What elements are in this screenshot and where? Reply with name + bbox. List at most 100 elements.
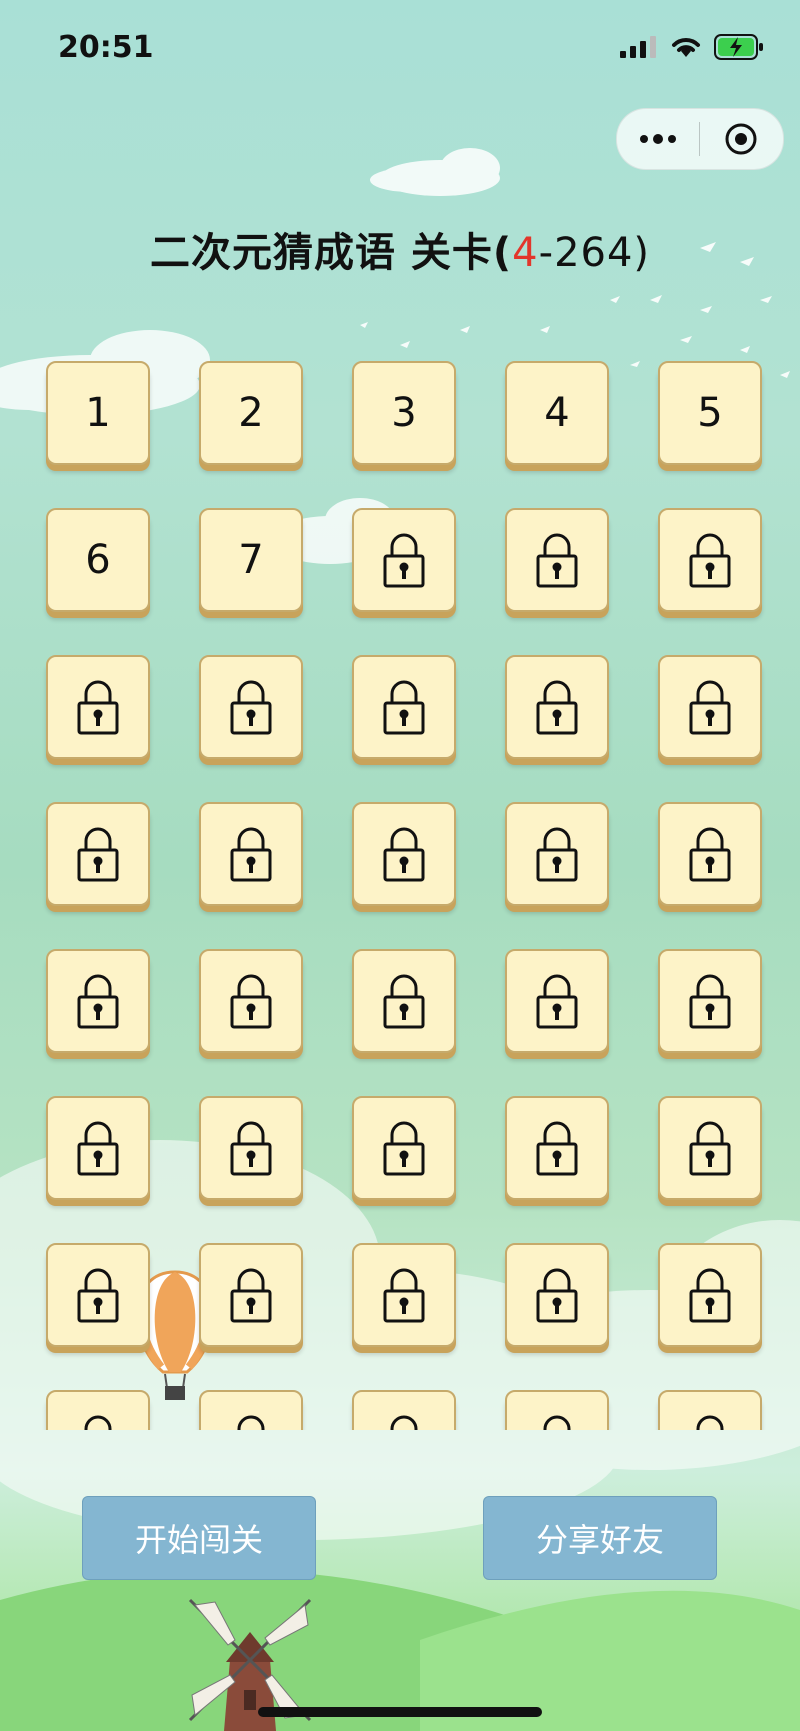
level-tile-locked[interactable] (658, 1390, 762, 1430)
lock-icon (689, 974, 731, 1029)
level-tile-locked[interactable] (505, 1243, 609, 1347)
title-close-paren: ) (633, 230, 651, 276)
more-dots-icon (640, 134, 676, 144)
level-number: 3 (391, 390, 417, 436)
level-number: 4 (544, 390, 570, 436)
title-main: 二次元猜成语 关卡( (149, 230, 513, 276)
title-current-level: 4 (512, 230, 539, 276)
cloud-top (370, 148, 500, 196)
level-tile-locked[interactable] (352, 949, 456, 1053)
close-mini-program-button[interactable] (700, 122, 782, 156)
level-number: 7 (238, 537, 264, 583)
lock-icon (689, 680, 731, 735)
level-tile-2[interactable]: 2 (199, 361, 303, 465)
lock-icon (237, 1415, 265, 1430)
level-tile-locked[interactable] (46, 1390, 150, 1430)
level-tile-locked[interactable] (505, 655, 609, 759)
level-tile-locked[interactable] (352, 508, 456, 612)
level-tile-locked[interactable] (658, 655, 762, 759)
level-tile-6[interactable]: 6 (46, 508, 150, 612)
lock-icon (689, 1268, 731, 1323)
lock-icon (689, 1121, 731, 1176)
level-tile-locked[interactable] (352, 1243, 456, 1347)
lock-icon (230, 1268, 272, 1323)
level-tile-locked[interactable] (46, 655, 150, 759)
level-grid: 1 2 3 4 5 6 7 (46, 361, 764, 1430)
lock-icon (543, 1415, 571, 1430)
level-tile-locked[interactable] (505, 508, 609, 612)
level-tile-locked[interactable] (658, 1096, 762, 1200)
more-button[interactable] (617, 133, 699, 145)
status-icons (620, 34, 764, 60)
lock-icon (536, 1121, 578, 1176)
status-bar: 20:51 (0, 0, 800, 96)
level-number: 2 (238, 390, 264, 436)
level-tile-locked[interactable] (658, 802, 762, 906)
level-number: 5 (697, 390, 723, 436)
level-tile-locked[interactable] (658, 949, 762, 1053)
lock-icon (383, 827, 425, 882)
lock-icon (84, 1415, 112, 1430)
level-tile-locked[interactable] (505, 1096, 609, 1200)
level-tile-locked[interactable] (46, 802, 150, 906)
level-tile-locked[interactable] (199, 949, 303, 1053)
lock-icon (383, 533, 425, 588)
level-tile-locked[interactable] (199, 1390, 303, 1430)
battery-charging-icon (714, 34, 763, 60)
level-number: 1 (85, 390, 111, 436)
lock-icon (77, 680, 119, 735)
lock-icon (536, 680, 578, 735)
lock-icon (230, 680, 272, 735)
lock-icon (536, 533, 578, 588)
level-grid-scroll[interactable]: 1 2 3 4 5 6 7 (0, 355, 800, 1430)
share-friends-button[interactable]: 分享好友 (483, 1496, 717, 1580)
lock-icon (536, 827, 578, 882)
lock-icon (77, 1268, 119, 1323)
lock-icon (689, 827, 731, 882)
home-indicator (258, 1707, 542, 1717)
level-tile-3[interactable]: 3 (352, 361, 456, 465)
level-tile-locked[interactable] (352, 655, 456, 759)
lock-icon (536, 1268, 578, 1323)
lock-icon (230, 827, 272, 882)
level-tile-1[interactable]: 1 (46, 361, 150, 465)
lock-icon (383, 1121, 425, 1176)
level-tile-locked[interactable] (505, 802, 609, 906)
title-total-levels: 264 (554, 230, 634, 276)
lock-icon (696, 1415, 724, 1430)
level-tile-locked[interactable] (352, 802, 456, 906)
signal-icon (620, 36, 656, 58)
lock-icon (77, 827, 119, 882)
status-time: 20:51 (58, 30, 154, 65)
level-tile-locked[interactable] (199, 802, 303, 906)
mini-program-capsule (616, 108, 784, 170)
level-tile-5[interactable]: 5 (658, 361, 762, 465)
level-tile-locked[interactable] (658, 508, 762, 612)
level-tile-7[interactable]: 7 (199, 508, 303, 612)
lock-icon (383, 1268, 425, 1323)
lock-icon (77, 1121, 119, 1176)
lock-icon (383, 680, 425, 735)
level-tile-locked[interactable] (352, 1390, 456, 1430)
level-tile-locked[interactable] (199, 1096, 303, 1200)
lock-icon (77, 974, 119, 1029)
lock-icon (383, 974, 425, 1029)
level-tile-locked[interactable] (199, 1243, 303, 1347)
level-tile-locked[interactable] (505, 949, 609, 1053)
lock-icon (689, 533, 731, 588)
target-icon (725, 123, 757, 155)
level-tile-locked[interactable] (46, 949, 150, 1053)
lock-icon (536, 974, 578, 1029)
level-tile-locked[interactable] (46, 1096, 150, 1200)
level-tile-locked[interactable] (505, 1390, 609, 1430)
wifi-icon (672, 38, 700, 57)
level-tile-locked[interactable] (658, 1243, 762, 1347)
start-challenge-button[interactable]: 开始闯关 (82, 1496, 316, 1580)
level-tile-locked[interactable] (46, 1243, 150, 1347)
level-tile-locked[interactable] (352, 1096, 456, 1200)
level-number: 6 (85, 537, 111, 583)
level-tile-4[interactable]: 4 (505, 361, 609, 465)
lock-icon (390, 1415, 418, 1430)
page-title: 二次元猜成语 关卡(4-264) (0, 220, 800, 278)
level-tile-locked[interactable] (199, 655, 303, 759)
